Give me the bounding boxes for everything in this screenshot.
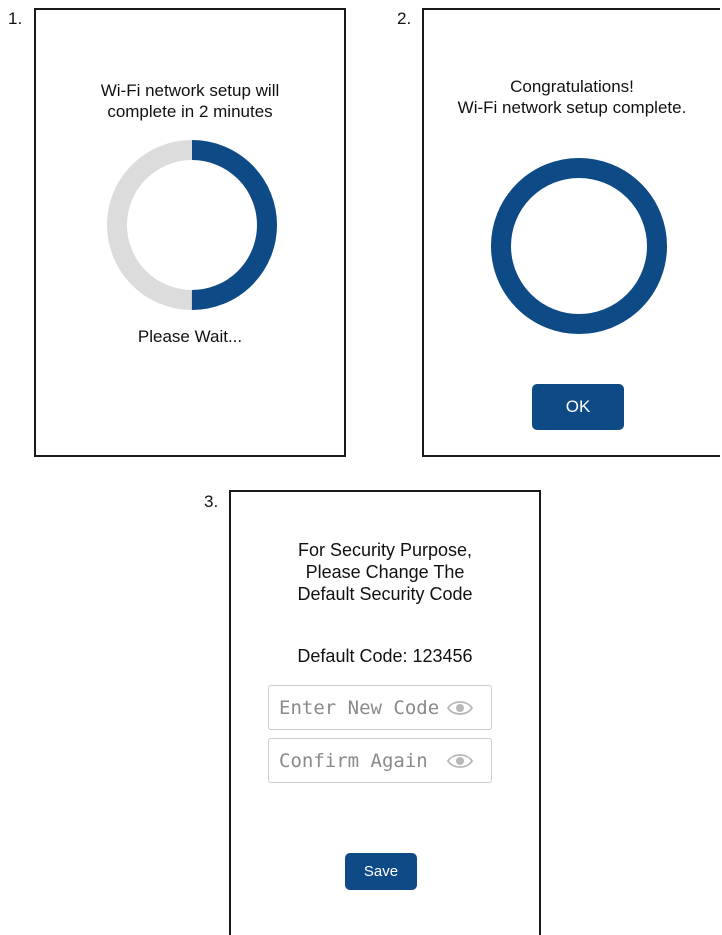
change-code-screen: For Security Purpose, Please Change The … (229, 490, 541, 935)
complete-ring (491, 158, 667, 334)
ok-button[interactable]: OK (532, 384, 624, 430)
security-message: For Security Purpose, Please Change The … (297, 540, 473, 604)
confirm-code-field[interactable] (268, 738, 492, 783)
setup-message: Wi-Fi network setup will complete in 2 m… (100, 81, 280, 121)
step-2-number: 2. (397, 9, 412, 28)
step-1-number: 1. (8, 9, 23, 28)
complete-arc (491, 158, 667, 334)
please-wait-label: Please Wait... (137, 327, 243, 346)
eye-icon[interactable] (447, 699, 473, 717)
step-3-number: 3. (204, 492, 219, 511)
complete-message: Congratulations! Wi-Fi network setup com… (457, 77, 687, 117)
eye-icon[interactable] (447, 752, 473, 770)
setup-progress-screen: Wi-Fi network setup will complete in 2 m… (34, 8, 346, 457)
new-code-field[interactable] (268, 685, 492, 730)
default-code-label: Default Code: 123456 (297, 646, 473, 666)
progress-ring (107, 140, 277, 310)
setup-complete-screen: Congratulations! Wi-Fi network setup com… (422, 8, 720, 457)
save-button[interactable]: Save (345, 853, 417, 890)
